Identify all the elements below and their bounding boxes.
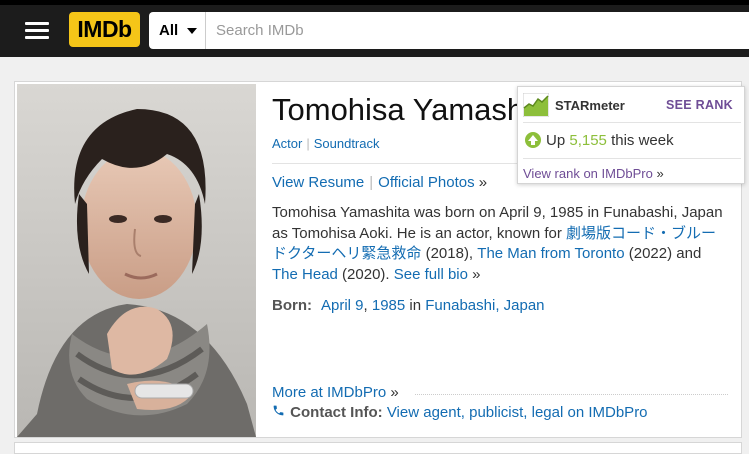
phone-icon: [272, 404, 286, 420]
divider: [523, 122, 741, 123]
born-info: Born: April 9, 1985 in Funabashi, Japan: [272, 297, 545, 314]
view-rank-imdbpro-link[interactable]: View rank on IMDbPro: [523, 166, 653, 181]
search-category-label: All: [159, 22, 179, 39]
starmeter-chart-icon: [522, 92, 550, 118]
resume-photos-links: View Resume | Official Photos »: [272, 174, 487, 191]
raquo-icon: »: [472, 265, 481, 283]
rank-change: Up 5,155 this week: [546, 132, 674, 149]
bio-year: (2022) and: [624, 245, 702, 262]
short-bio: Tomohisa Yamashita was born on April 9, …: [272, 203, 731, 285]
official-photos-link[interactable]: Official Photos: [378, 174, 474, 191]
raquo-icon: »: [390, 384, 399, 401]
divider: [523, 158, 741, 159]
hamburger-menu-icon[interactable]: [25, 22, 49, 40]
search-input[interactable]: [207, 12, 749, 49]
search-category-dropdown[interactable]: All: [149, 12, 206, 49]
imdb-logo[interactable]: IMDb: [69, 12, 140, 47]
born-in-text: in: [405, 297, 426, 314]
rank-change-suffix: this week: [611, 132, 674, 149]
raquo-icon: »: [656, 166, 664, 181]
starmeter-title: STARmeter: [555, 98, 625, 113]
born-year-link[interactable]: 1985: [372, 297, 405, 314]
person-photo[interactable]: [17, 84, 256, 437]
view-rank-row: View rank on IMDbPro »: [523, 166, 664, 181]
contact-info: Contact Info: View agent, publicist, leg…: [272, 404, 648, 421]
person-name: Tomohisa Yamashita: [272, 92, 557, 127]
born-label: Born:: [272, 297, 312, 314]
starmeter-widget: STARmeter SEE RANK Up 5,155 this week Vi…: [517, 86, 745, 184]
more-at-imdbpro: More at IMDbPro »: [272, 384, 728, 401]
born-date-link[interactable]: April 9: [321, 297, 364, 314]
bio-year: (2018),: [421, 245, 478, 262]
job-link-soundtrack[interactable]: Soundtrack: [314, 136, 380, 151]
job-link-actor[interactable]: Actor: [272, 136, 302, 151]
see-rank-link[interactable]: SEE RANK: [666, 98, 733, 112]
dotted-rule: [415, 394, 728, 395]
rank-change-value: 5,155: [569, 132, 607, 149]
born-place-link[interactable]: Funabashi, Japan: [425, 297, 544, 314]
view-resume-link[interactable]: View Resume: [272, 174, 364, 191]
contact-info-link[interactable]: View agent, publicist, legal on IMDbPro: [387, 404, 648, 421]
arrow-up-icon: [525, 132, 541, 148]
job-categories: Actor | Soundtrack: [272, 136, 380, 151]
raquo-icon: »: [478, 174, 488, 191]
job-separator: |: [306, 136, 310, 151]
search-bar: All: [149, 12, 749, 49]
caret-down-icon: [187, 28, 197, 34]
known-for-link-the-head[interactable]: The Head: [272, 266, 338, 283]
contact-label: Contact Info:: [290, 404, 383, 421]
link-separator: |: [369, 174, 374, 191]
bio-year: (2020).: [337, 265, 394, 283]
top-navigation-bar: IMDb All: [0, 0, 749, 57]
next-section-edge: [14, 442, 742, 454]
see-full-bio-link[interactable]: See full bio: [394, 266, 468, 283]
rank-up-label: Up: [546, 132, 566, 149]
more-at-imdbpro-link[interactable]: More at IMDbPro: [272, 384, 386, 401]
known-for-link-man-from-toronto[interactable]: The Man from Toronto: [477, 245, 624, 262]
